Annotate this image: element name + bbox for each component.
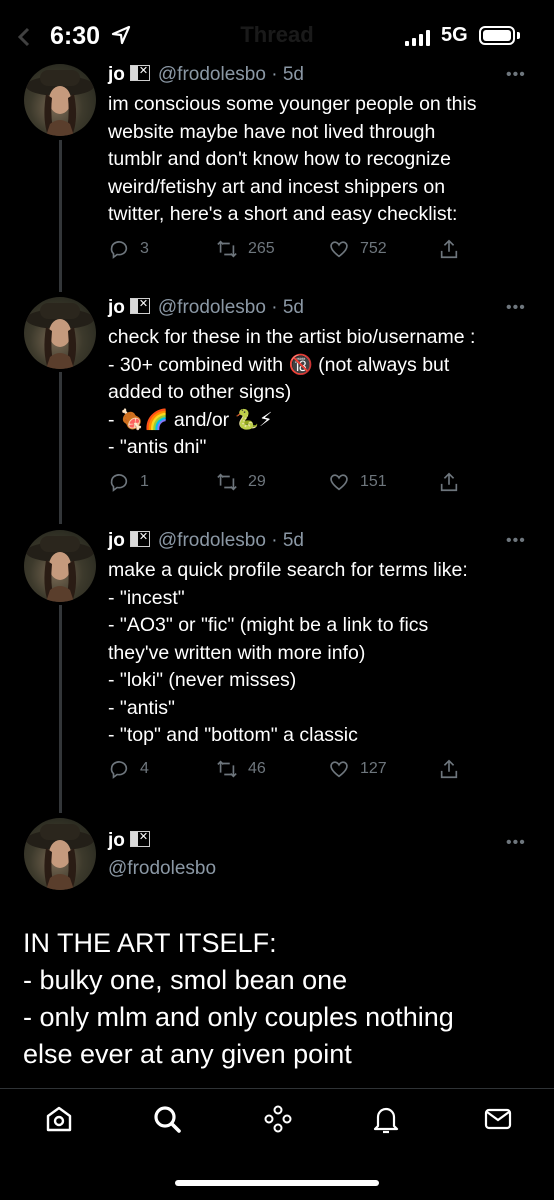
reply-count: 1 <box>140 473 149 490</box>
reply-button[interactable]: 4 <box>108 756 149 782</box>
tab-search[interactable] <box>151 1103 183 1135</box>
retweet-icon <box>217 240 237 258</box>
home-indicator[interactable] <box>175 1180 379 1186</box>
tab-spaces[interactable] <box>262 1103 294 1135</box>
share-button[interactable] <box>438 756 470 782</box>
tweet-time[interactable]: 5d <box>283 64 304 85</box>
retweet-icon <box>217 760 237 778</box>
more-options-icon[interactable]: ••• <box>506 834 526 852</box>
avatar[interactable] <box>24 297 96 369</box>
like-count: 752 <box>360 240 387 257</box>
tweet-actions: 1 29 151 <box>108 469 508 495</box>
network-type: 5G <box>441 24 468 46</box>
tweet-text: check for these in the artist bio/userna… <box>108 326 476 458</box>
display-name[interactable]: jo <box>108 530 125 551</box>
username[interactable]: @frodolesbo <box>108 858 216 880</box>
share-button[interactable] <box>438 469 470 495</box>
retweet-count: 29 <box>248 473 266 490</box>
display-name[interactable]: jo <box>108 297 125 318</box>
retweet-button[interactable]: 29 <box>216 469 266 495</box>
reply-count: 3 <box>140 240 149 257</box>
retweet-button[interactable]: 46 <box>216 756 266 782</box>
battery-icon <box>479 26 515 45</box>
pirate-flag-icon <box>129 830 150 847</box>
reply-icon <box>110 241 128 259</box>
tweet-header: jo @frodolesbo · 5d <box>108 64 304 86</box>
reply-icon <box>110 761 128 779</box>
reply-button[interactable]: 1 <box>108 469 149 495</box>
tweet-text: im conscious some younger people on this… <box>108 93 477 225</box>
username[interactable]: @frodolesbo <box>158 64 266 85</box>
tweet-actions: 3 265 752 <box>108 236 508 262</box>
username[interactable]: @frodolesbo <box>158 530 266 551</box>
tweet-actions: 4 46 127 <box>108 756 508 782</box>
separator-dot: · <box>271 297 278 318</box>
pirate-flag-icon <box>129 64 150 81</box>
heart-icon <box>330 761 348 778</box>
like-count: 127 <box>360 760 387 777</box>
tweet-header: jo @frodolesbo · 5d <box>108 297 304 319</box>
home-icon <box>46 1106 72 1132</box>
heart-icon <box>330 474 348 491</box>
more-options-icon[interactable]: ••• <box>506 66 526 84</box>
battery-nub <box>517 32 520 39</box>
tab-messages[interactable] <box>482 1103 514 1135</box>
reply-button[interactable]: 3 <box>108 236 149 262</box>
pirate-flag-icon <box>129 530 150 547</box>
share-icon <box>440 472 458 492</box>
display-name[interactable]: jo <box>108 64 125 85</box>
reply-count: 4 <box>140 760 149 777</box>
pirate-flag-icon <box>129 297 150 314</box>
spaces-icon <box>264 1105 292 1133</box>
display-name[interactable]: jo <box>108 830 125 851</box>
like-count: 151 <box>360 473 387 490</box>
thread-tweet[interactable]: jo @frodolesbo · 5d ••• check for these i… <box>0 297 554 507</box>
messages-icon <box>484 1108 512 1130</box>
tab-home[interactable] <box>43 1103 75 1135</box>
retweet-icon <box>217 473 237 491</box>
share-button[interactable] <box>438 236 470 262</box>
avatar[interactable] <box>24 530 96 602</box>
tweet-header: jo @frodolesbo · 5d <box>108 530 304 552</box>
retweet-count: 46 <box>248 760 266 777</box>
tab-notifications[interactable] <box>370 1103 402 1135</box>
tweet-time[interactable]: 5d <box>283 297 304 318</box>
avatar[interactable] <box>24 818 96 890</box>
retweet-button[interactable]: 265 <box>216 236 275 262</box>
more-options-icon[interactable]: ••• <box>506 299 526 317</box>
notifications-icon <box>373 1107 399 1134</box>
thread-tweet[interactable]: jo @frodolesbo · 5d ••• im conscious some… <box>0 64 554 274</box>
tweet-text: make a quick profile search for terms li… <box>108 559 468 746</box>
avatar[interactable] <box>24 64 96 136</box>
heart-icon <box>330 241 348 258</box>
like-button[interactable]: 151 <box>328 469 387 495</box>
tweet-time[interactable]: 5d <box>283 530 304 551</box>
focused-tweet-text: IN THE ART ITSELF: - bulky one, smol bea… <box>23 928 454 1069</box>
retweet-count: 265 <box>248 240 275 257</box>
more-options-icon[interactable]: ••• <box>506 532 526 550</box>
signal-strength-icon <box>405 30 433 46</box>
separator-dot: · <box>271 530 278 551</box>
like-button[interactable]: 752 <box>328 236 387 262</box>
thread-tweet[interactable]: jo @frodolesbo · 5d ••• make a quick prof… <box>0 530 554 800</box>
share-icon <box>440 239 458 259</box>
like-button[interactable]: 127 <box>328 756 387 782</box>
search-icon <box>154 1106 181 1133</box>
share-icon <box>440 759 458 779</box>
tweet-header: jo <box>108 830 150 852</box>
status-bar: 6:30 Thread 5G <box>0 0 554 70</box>
screen-title: Thread <box>240 22 314 47</box>
reply-icon <box>110 474 128 492</box>
separator-dot: · <box>271 64 278 85</box>
username[interactable]: @frodolesbo <box>158 297 266 318</box>
